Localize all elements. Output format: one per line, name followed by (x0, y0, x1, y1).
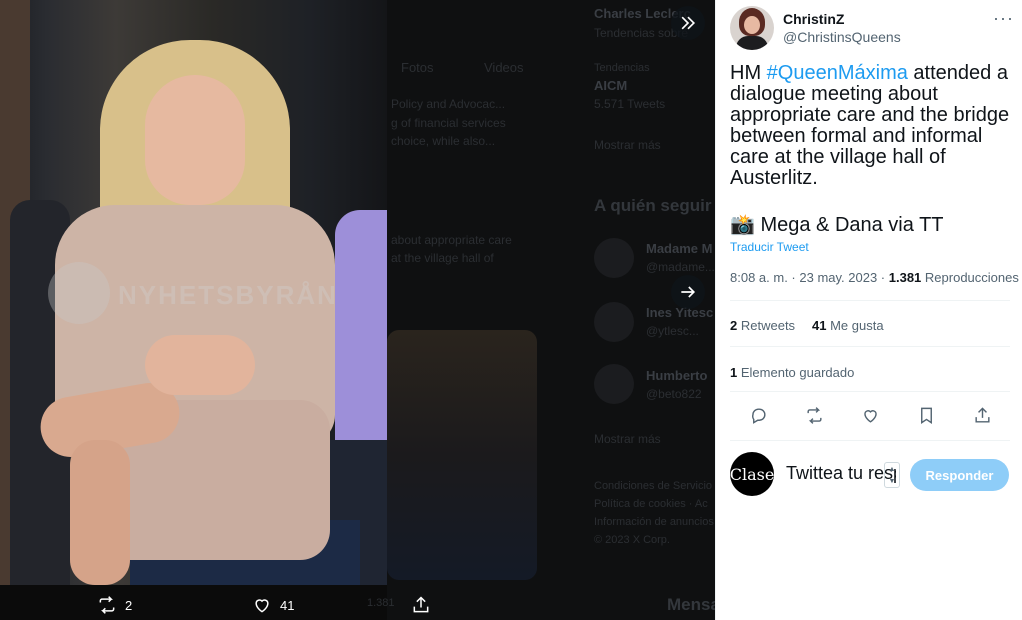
ghost-text: Policy and Advocac... (391, 97, 506, 111)
bookmarks-count: 1 (730, 365, 738, 380)
divider (730, 440, 1010, 441)
media-viewer: Charles Leclerc Tendencias sobre Fotos V… (0, 0, 715, 620)
ghost-text: Humberto (646, 368, 708, 383)
bookmark-icon (920, 407, 932, 424)
ghost-text: @ytlesc... (646, 324, 699, 338)
tweet-actions (730, 400, 1010, 430)
retweet-icon (806, 406, 822, 424)
current-user-avatar[interactable]: Clase (730, 452, 774, 496)
input-scroll-spinner[interactable]: ▲ ▼ (884, 462, 900, 488)
spinner-down-icon: ▼ (888, 477, 896, 485)
author-avatar[interactable] (730, 6, 774, 50)
ghost-avatar (594, 238, 634, 278)
arrow-right-icon (681, 286, 696, 298)
ghost-text: at the village hall of (391, 251, 494, 265)
viewer-retweet-count: 2 (125, 597, 133, 613)
ghost-text: Mostrar más (594, 138, 661, 152)
ghost-text: choice, while also... (391, 134, 496, 148)
viewer-action-bar: 2 41 (0, 590, 440, 620)
ghost-text: @madame... (646, 260, 715, 274)
retweets-stat[interactable]: 2 Retweets (730, 318, 795, 333)
ghost-text: Madame M (646, 241, 713, 256)
ghost-text: Mensajes (667, 595, 715, 614)
ghost-text: Información de anuncios (594, 516, 714, 528)
tweet-text-prefix: HM (730, 62, 767, 84)
ghost-text: Mostrar más (594, 432, 661, 446)
retweets-label: Retweets (740, 318, 796, 333)
next-image-button[interactable] (671, 275, 705, 309)
hashtag-link[interactable]: #QueenMáxima (767, 62, 908, 84)
likes-count: 41 (812, 318, 827, 333)
tweet-photo-credit: 📸 Mega & Dana via TT (730, 214, 944, 236)
divider (730, 391, 1010, 392)
tweet-meta: 8:08 a. m. · 23 may. 2023 · 1.381 Reprod… (730, 270, 1019, 285)
share-icon (974, 406, 990, 423)
reply-icon (751, 407, 765, 424)
tweet-time[interactable]: 8:08 a. m. (730, 270, 788, 285)
reply-input[interactable] (784, 462, 898, 485)
share-action[interactable] (967, 400, 997, 430)
likes-label: Me gusta (830, 318, 884, 333)
tweet-photo[interactable]: NYHETSBYRÅN (0, 0, 387, 585)
ghost-text: about appropriate care (391, 233, 512, 247)
viewer-retweet-button[interactable]: 2 (97, 590, 132, 620)
ghost-text: g of financial services (391, 116, 506, 130)
avatar-body (736, 36, 768, 50)
viewer-like-button[interactable]: 41 (252, 590, 294, 620)
ghost-avatar (594, 364, 634, 404)
tweet-detail-panel: ChristinZ @ChristinsQueens ··· HM #Queen… (715, 0, 1022, 620)
ghost-tab: Fotos (401, 60, 434, 75)
heart-icon (255, 599, 269, 613)
views-count: 1.381 (888, 270, 922, 285)
heart-icon (863, 409, 877, 423)
avatar-face (744, 16, 760, 34)
ghost-text: 5.571 Tweets (594, 97, 666, 111)
bookmarks-label: Elemento guardado (740, 365, 855, 380)
like-action[interactable] (855, 400, 885, 430)
ghost-text: Tendencias (594, 62, 650, 74)
photo-leg-lower (70, 440, 130, 585)
more-options-icon[interactable]: ··· (993, 8, 1014, 29)
bookmarks-stat[interactable]: 1 Elemento guardado (730, 365, 854, 380)
dimmed-timeline-background: Charles Leclerc Tendencias sobre Fotos V… (367, 0, 715, 620)
ghost-text: Política de cookies · Ac (594, 498, 708, 510)
tweet-date[interactable]: 23 may. 2023 (799, 270, 877, 285)
share-icon (413, 596, 429, 613)
ghost-tab: Videos (484, 60, 524, 75)
watermark-text: NYHETSBYRÅN (118, 280, 338, 310)
author-handle[interactable]: @ChristinsQueens (783, 29, 901, 45)
viewer-like-count: 41 (280, 597, 295, 613)
ghost-text: A quién seguir (594, 196, 712, 215)
divider (730, 346, 1010, 347)
collapse-panel-button[interactable] (671, 6, 705, 40)
ghost-text: Condiciones de Servicio (594, 480, 713, 492)
spinner-up-icon: ▲ (888, 465, 896, 473)
retweet-action[interactable] (799, 400, 829, 430)
ghost-image (387, 330, 537, 580)
photo-hands (145, 335, 255, 395)
reply-submit-button[interactable]: Responder (910, 459, 1009, 491)
reply-action[interactable] (743, 400, 773, 430)
tweet-text: HM #QueenMáxima attended a dialogue meet… (730, 63, 1020, 189)
likes-stat[interactable]: 41 Me gusta (812, 318, 884, 333)
ghost-avatar (594, 302, 634, 342)
photo-face (145, 75, 245, 205)
ghost-text: @beto822 (646, 387, 702, 401)
photo-person-right (335, 210, 387, 450)
author-display-name[interactable]: ChristinZ (783, 11, 844, 27)
divider (730, 300, 1010, 301)
ghost-text: © 2023 X Corp. (594, 534, 670, 546)
bookmark-action[interactable] (911, 400, 941, 430)
ghost-text: AICM (594, 78, 628, 93)
retweet-icon (99, 596, 115, 614)
translate-tweet-link[interactable]: Traducir Tweet (730, 240, 809, 254)
viewer-share-button[interactable] (411, 590, 431, 620)
retweets-count: 2 (730, 318, 738, 333)
double-chevron-right-icon (681, 16, 696, 30)
views-label: Reproducciones (924, 270, 1019, 285)
watermark-logo (48, 262, 110, 324)
